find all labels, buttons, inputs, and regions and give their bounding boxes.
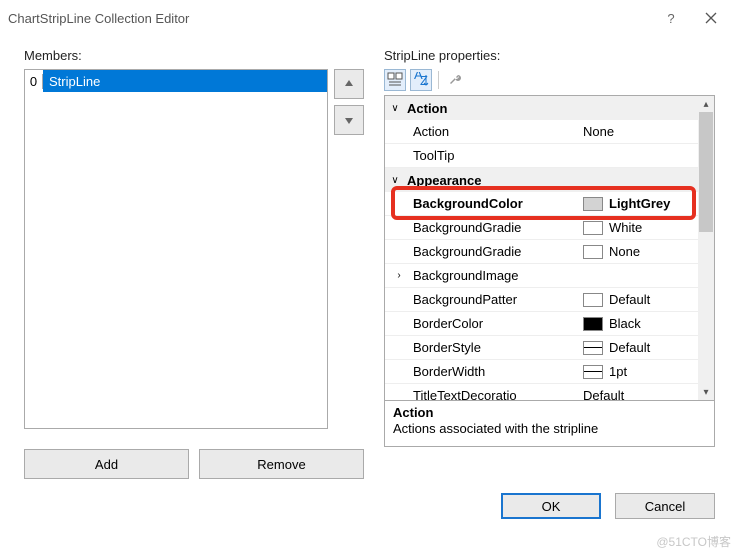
color-swatch (583, 221, 603, 235)
property-value[interactable]: Black (609, 316, 698, 331)
property-value[interactable]: Default (583, 388, 698, 400)
property-value[interactable]: White (609, 220, 698, 235)
arrow-up-icon (343, 78, 355, 90)
svg-text:Z: Z (420, 73, 428, 88)
property-name: BackgroundGradie (413, 220, 583, 235)
category-name: Appearance (407, 173, 481, 188)
color-swatch (583, 317, 603, 331)
property-name: BackgroundColor (413, 196, 583, 211)
property-row[interactable]: BorderWidth 1pt (385, 360, 698, 384)
expand-icon: ∨ (389, 175, 401, 186)
property-pages-button[interactable] (445, 69, 467, 91)
property-row[interactable]: TitleTextDecoratioDefault (385, 384, 698, 400)
scroll-up-button[interactable]: ▴ (698, 96, 714, 112)
scroll-thumb[interactable] (699, 112, 713, 232)
alphabetical-button[interactable]: AZ (410, 69, 432, 91)
color-swatch (583, 293, 603, 307)
property-row[interactable]: BackgroundGradie None (385, 240, 698, 264)
line-swatch (583, 341, 603, 355)
arrow-down-icon (343, 114, 355, 126)
scrollbar[interactable]: ▴ ▾ (698, 96, 714, 400)
watermark: @51CTO博客 (656, 533, 731, 550)
property-row[interactable]: ToolTip (385, 144, 698, 168)
window-title: ChartStripLine Collection Editor (8, 11, 189, 26)
color-swatch (583, 197, 603, 211)
property-name: BackgroundImage (413, 268, 583, 283)
property-value[interactable]: 1pt (609, 364, 698, 379)
property-name: BackgroundGradie (413, 244, 583, 259)
property-row[interactable]: BackgroundPatter Default (385, 288, 698, 312)
help-panel: Action Actions associated with the strip… (385, 400, 714, 446)
property-row[interactable]: BorderColor Black (385, 312, 698, 336)
member-name: StripLine (43, 70, 327, 92)
expand-icon: ∨ (389, 103, 401, 114)
category-name: Action (407, 101, 447, 116)
property-name: BackgroundPatter (413, 292, 583, 307)
property-name: BorderColor (413, 316, 583, 331)
property-row[interactable]: BorderStyle Default (385, 336, 698, 360)
category-row[interactable]: ∨ Action (385, 96, 698, 120)
properties-label: StripLine properties: (384, 48, 715, 63)
close-button[interactable] (691, 0, 731, 36)
property-row[interactable]: › BackgroundImage (385, 264, 698, 288)
property-row[interactable]: BackgroundColor LightGrey (385, 192, 698, 216)
ok-button[interactable]: OK (501, 493, 601, 519)
property-name: BorderStyle (413, 340, 583, 355)
member-item[interactable]: 0StripLine (25, 70, 327, 92)
property-value[interactable]: Default (609, 292, 698, 307)
remove-button[interactable]: Remove (199, 449, 364, 479)
expand-icon: › (393, 270, 405, 281)
property-name: Action (413, 124, 583, 139)
property-row[interactable]: ActionNone (385, 120, 698, 144)
property-row[interactable]: BackgroundGradie White (385, 216, 698, 240)
property-value[interactable]: LightGrey (609, 196, 698, 211)
move-down-button[interactable] (334, 105, 364, 135)
wrench-icon (448, 72, 464, 88)
cancel-button[interactable]: Cancel (615, 493, 715, 519)
property-value[interactable]: None (583, 124, 698, 139)
help-title: Action (393, 405, 706, 420)
alphabetical-icon: AZ (413, 72, 429, 88)
property-name: BorderWidth (413, 364, 583, 379)
close-icon (705, 12, 717, 24)
category-row[interactable]: ∨ Appearance (385, 168, 698, 192)
property-name: ToolTip (413, 148, 583, 163)
members-list[interactable]: 0StripLine (24, 69, 328, 429)
property-toolbar: AZ (384, 69, 715, 91)
members-label: Members: (24, 48, 364, 63)
help-button[interactable]: ? (651, 0, 691, 36)
help-description: Actions associated with the stripline (393, 421, 706, 436)
categorized-button[interactable] (384, 69, 406, 91)
property-grid[interactable]: ∨ActionActionNoneToolTip∨AppearanceBackg… (384, 95, 715, 447)
scroll-down-button[interactable]: ▾ (698, 384, 714, 400)
member-index: 0 (25, 74, 43, 89)
line-swatch (583, 365, 603, 379)
move-up-button[interactable] (334, 69, 364, 99)
property-value[interactable]: None (609, 244, 698, 259)
add-button[interactable]: Add (24, 449, 189, 479)
categorized-icon (387, 72, 403, 88)
property-value[interactable]: Default (609, 340, 698, 355)
property-name: TitleTextDecoratio (413, 388, 583, 400)
toolbar-separator (438, 71, 439, 89)
color-swatch (583, 245, 603, 259)
